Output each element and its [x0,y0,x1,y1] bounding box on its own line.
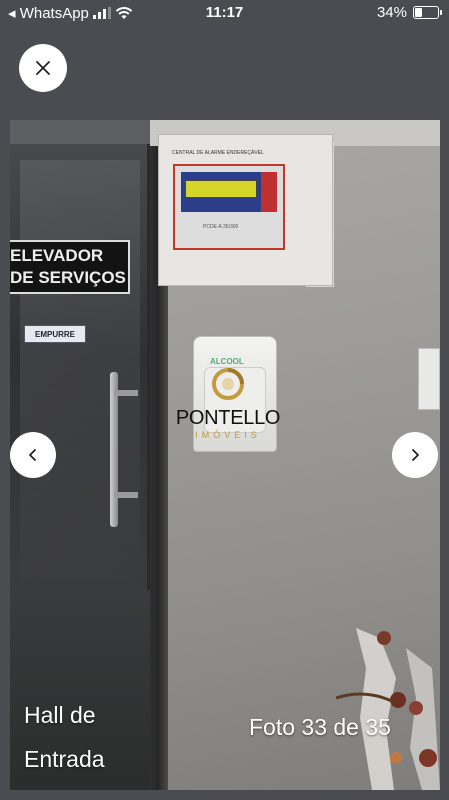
chevron-left-icon [29,449,36,461]
dispenser-label: ALCOOL [210,357,244,366]
panel-screen: PCDE-A 35/300 [173,164,285,250]
status-bar: ◂ WhatsApp 11:17 34% [0,0,449,26]
photo-counter: Foto 33 de 35 [249,714,391,740]
watermark-name: PONTELLO [175,407,281,429]
close-button[interactable] [19,44,67,92]
battery-percent: 34% [376,4,407,21]
elevator-sign-line2: DE SERVIÇOS [10,268,126,287]
previous-photo-button[interactable] [10,432,56,478]
battery-level [415,8,423,17]
photo-caption: Hall de Entrada [24,702,105,772]
light-switch [418,348,440,410]
next-photo-button[interactable] [392,432,438,478]
pontello-watermark: PONTELLO IMÓVEIS [173,366,283,440]
panel-title: CENTRAL DE ALARME ENDEREÇÁVEL [172,150,264,156]
decorative-plant [336,628,440,790]
chevron-right-icon [412,449,419,461]
push-sign: EMPURRE [24,325,86,343]
close-icon [36,61,50,75]
elevator-sign: ELEVADOR DE SERVIÇOS [10,240,130,294]
panel-code: PCDE-A 35/300 [203,224,239,230]
pontello-logo-icon [212,368,244,400]
watermark-sub: IMÓVEIS [195,430,261,440]
battery-icon [413,6,442,19]
elevator-sign-line1: ELEVADOR [10,246,104,265]
gallery-photo: ELEVADOR DE SERVIÇOS EMPURRE CENTRAL DE … [10,120,440,790]
